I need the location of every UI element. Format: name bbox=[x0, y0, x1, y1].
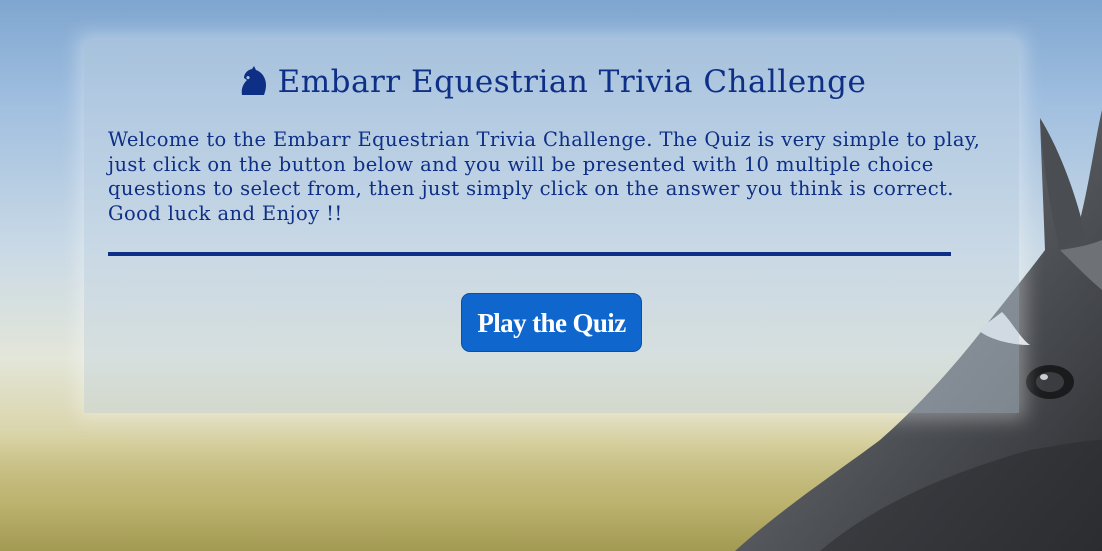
page-title: Embarr Equestrian Trivia Challenge bbox=[0, 62, 1102, 107]
page-title-text: Embarr Equestrian Trivia Challenge bbox=[277, 64, 867, 100]
intro-text: Welcome to the Embarr Equestrian Trivia … bbox=[108, 128, 981, 225]
divider bbox=[108, 252, 951, 256]
play-quiz-button[interactable]: Play the Quiz bbox=[461, 293, 642, 352]
horse-head-icon bbox=[236, 65, 268, 107]
